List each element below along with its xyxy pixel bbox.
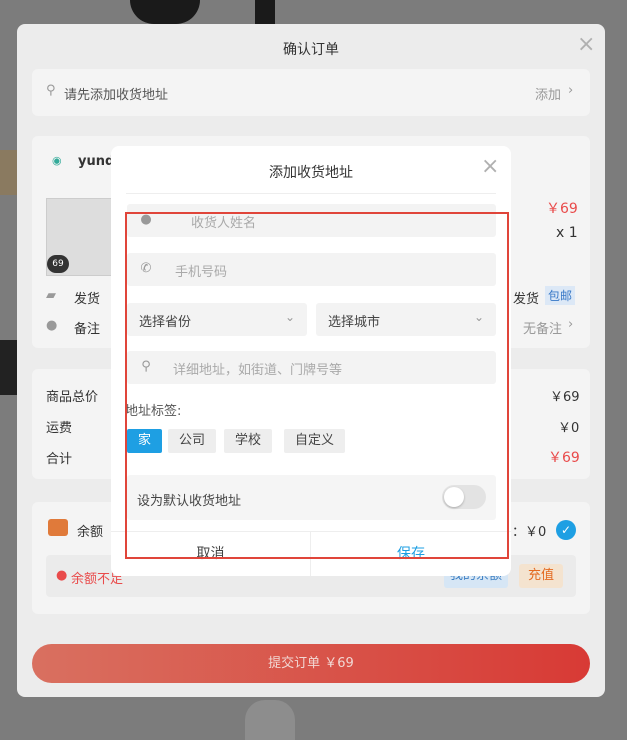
highlight-box — [125, 212, 509, 559]
divider — [126, 193, 496, 194]
close-icon[interactable]: × — [481, 156, 499, 178]
modal-title: 添加收货地址 — [269, 165, 353, 181]
